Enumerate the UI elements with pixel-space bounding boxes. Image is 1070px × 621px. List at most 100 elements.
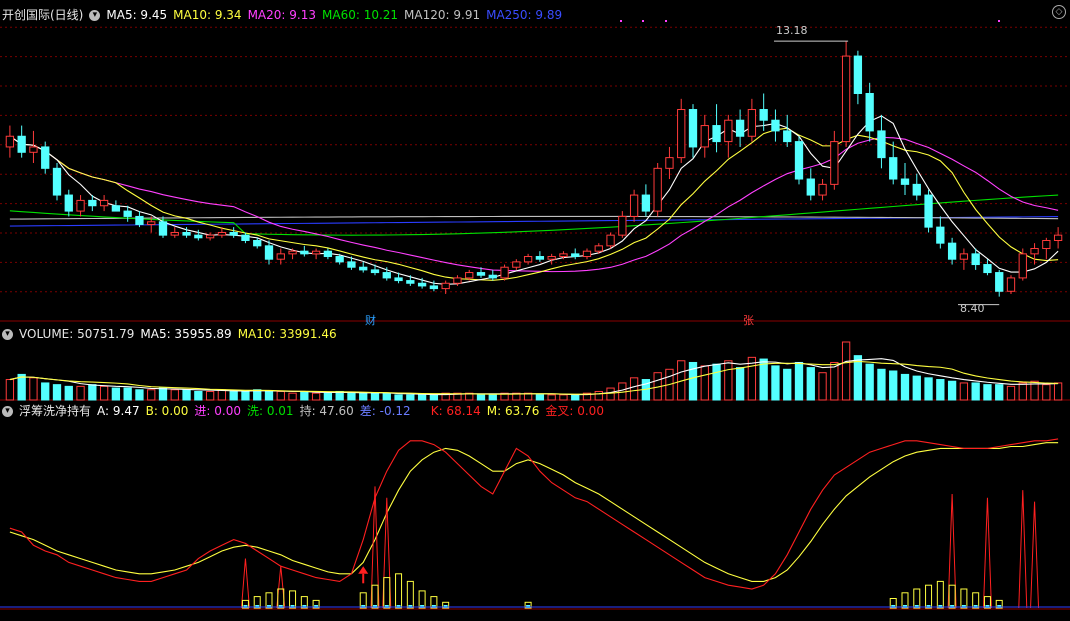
volume-bar: [912, 375, 921, 401]
candle-body: [241, 234, 250, 241]
volume-bar: [123, 387, 132, 401]
ma120-label: MA120: 9.91: [404, 8, 481, 22]
indicator-spike: [1018, 490, 1028, 609]
volume-bar: [99, 385, 109, 401]
buy-arrow-icon: [358, 566, 369, 574]
indicator-xi-label: 洗: 0.01: [246, 404, 294, 418]
candle-body: [688, 109, 698, 148]
candle-body: [476, 272, 486, 276]
volume-bar: [1018, 382, 1027, 401]
candle-body: [406, 280, 415, 284]
candle-body: [629, 194, 639, 217]
candle-body: [217, 231, 227, 236]
candle-body: [394, 277, 403, 282]
indicator-histogram-bar: [395, 573, 403, 609]
volume-bar: [712, 363, 721, 401]
candle-body: [300, 250, 309, 255]
candle-body: [818, 183, 827, 196]
volume-bar: [300, 390, 309, 401]
candle-body: [147, 221, 156, 225]
candle-body: [253, 239, 262, 247]
indicator-jincha-label: 金叉: 0.00: [545, 404, 604, 418]
candle-body: [535, 256, 545, 260]
candle-body: [264, 245, 274, 260]
indicator-header: ▾ 浮筹洗净持有 A: 9.47 B: 0.00 进: 0.00 洗: 0.01…: [2, 402, 604, 420]
indicator-settings-icon[interactable]: ▾: [2, 405, 13, 417]
volume-bar: [806, 367, 815, 401]
candle-body: [382, 272, 391, 279]
indicator-histogram-bar: [948, 584, 956, 609]
candle-body: [959, 253, 969, 260]
volume-bar: [217, 389, 227, 401]
candle-body: [5, 135, 15, 148]
volume-bar: [17, 373, 26, 401]
volume-bar: [1006, 385, 1016, 401]
stock-title[interactable]: 开创国际(日线): [2, 6, 83, 24]
candle-body: [665, 157, 674, 169]
volume-bar: [288, 392, 297, 401]
volume-bar: [889, 370, 898, 401]
candle-body: [936, 226, 945, 244]
volume-bar: [983, 384, 992, 401]
indicator-name[interactable]: 浮筹洗净持有: [19, 402, 91, 420]
candle-body: [441, 282, 450, 290]
diamond-icon[interactable]: ◇: [1052, 5, 1066, 19]
ma10-line: [9, 127, 1059, 281]
candle-body: [759, 109, 768, 121]
volume-bar: [771, 365, 780, 401]
candle-body: [123, 210, 132, 217]
candle-body: [135, 215, 144, 225]
volume-bar: [52, 384, 62, 401]
candle-body: [29, 146, 38, 153]
limit-up-marker[interactable]: 张: [743, 312, 754, 328]
volume-bar: [900, 373, 910, 401]
volume-bar: [830, 361, 839, 401]
candle-body: [771, 119, 780, 132]
volume-bar: [147, 389, 156, 401]
candle-body: [182, 231, 191, 236]
volume-bar: [841, 341, 851, 401]
candle-body: [877, 130, 886, 159]
finance-marker[interactable]: 财: [365, 312, 376, 328]
candle-body: [912, 183, 921, 196]
candle-body: [76, 199, 85, 212]
volume-bar: [111, 387, 121, 401]
candle-body: [606, 234, 615, 247]
volume-bar: [818, 372, 827, 401]
volume-bar: [194, 390, 203, 401]
volume-ma5-label: MA5: 35955.89: [140, 327, 232, 341]
candle-body: [500, 266, 509, 279]
candle-body: [983, 264, 992, 274]
volume-bar: [276, 390, 285, 401]
volume-header: ▾ VOLUME: 50751.79 MA5: 35955.89 MA10: 3…: [2, 325, 337, 343]
volume-bar: [406, 394, 415, 401]
volume-bar: [29, 377, 38, 401]
candle-body: [747, 109, 757, 137]
candle-body: [677, 109, 686, 159]
high-price-label: 13.18: [776, 24, 808, 37]
indicator-spike: [982, 497, 992, 609]
chart-canvas[interactable]: [0, 0, 1070, 621]
candle-body: [971, 253, 980, 266]
volume-bar: [64, 385, 73, 401]
candle-body: [889, 157, 898, 180]
candle-body: [347, 261, 356, 268]
candle-body: [841, 55, 851, 143]
candle-body: [41, 146, 50, 169]
ma60-label: MA60: 10.21: [322, 8, 399, 22]
volume-bar: [76, 385, 85, 401]
event-marker: [642, 20, 644, 22]
volume-bar: [264, 390, 274, 401]
volume-bar: [170, 389, 179, 401]
volume-bar: [241, 390, 250, 401]
volume-bar: [158, 387, 168, 401]
volume-bar: [535, 394, 545, 401]
volume-settings-icon[interactable]: ▾: [2, 328, 13, 340]
volume-bar: [394, 394, 403, 401]
volume-bar: [959, 382, 969, 401]
volume-bar: [759, 358, 768, 401]
volume-bar: [476, 394, 486, 401]
candle-body: [1042, 239, 1051, 250]
settings-icon[interactable]: ▾: [89, 9, 101, 21]
candle-body: [465, 272, 474, 279]
